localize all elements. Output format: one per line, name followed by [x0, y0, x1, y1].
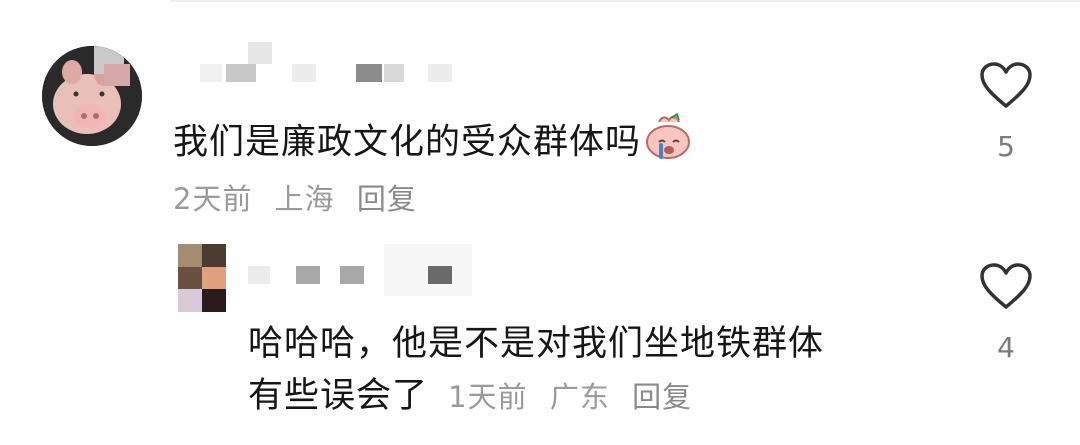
like-button[interactable]: 5 — [976, 62, 1036, 163]
reply-avatar[interactable] — [178, 244, 226, 312]
reply-text: 哈哈哈，他是不是对我们坐地铁群体 有些误会了 1天前 广东 回复 — [248, 318, 824, 423]
reply-body-line2-text: 有些误会了 — [248, 376, 429, 416]
reply-body-line2: 有些误会了 1天前 广东 回复 — [248, 370, 824, 423]
reply-timestamp: 1天前 — [448, 380, 528, 414]
comment-body: 我们是廉政文化的受众群体吗 — [173, 122, 642, 163]
comment-meta: 2天前 上海 回复 — [173, 176, 429, 218]
timestamp: 2天前 — [173, 182, 253, 216]
location: 上海 — [274, 182, 335, 216]
reply-username-blurred[interactable] — [248, 244, 478, 304]
username-blurred[interactable] — [200, 42, 460, 90]
reply-like-button[interactable]: 4 — [976, 263, 1036, 364]
comment-text: 我们是廉政文化的受众群体吗 — [173, 112, 693, 175]
heart-icon — [980, 62, 1032, 108]
divider — [170, 0, 1080, 2]
pig-avatar-image — [42, 46, 142, 146]
reply-location: 广东 — [549, 380, 610, 414]
crying-pig-emoji-icon — [643, 112, 693, 175]
avatar[interactable] — [42, 46, 142, 146]
reply-body-line1: 哈哈哈，他是不是对我们坐地铁群体 — [248, 324, 825, 364]
reply-meta: 1天前 广东 回复 — [448, 380, 704, 414]
reply-reply-button[interactable]: 回复 — [632, 380, 692, 414]
heart-icon — [980, 263, 1032, 309]
reply-like-count: 4 — [997, 331, 1015, 364]
like-count: 5 — [997, 130, 1015, 163]
reply-button[interactable]: 回复 — [357, 182, 417, 216]
